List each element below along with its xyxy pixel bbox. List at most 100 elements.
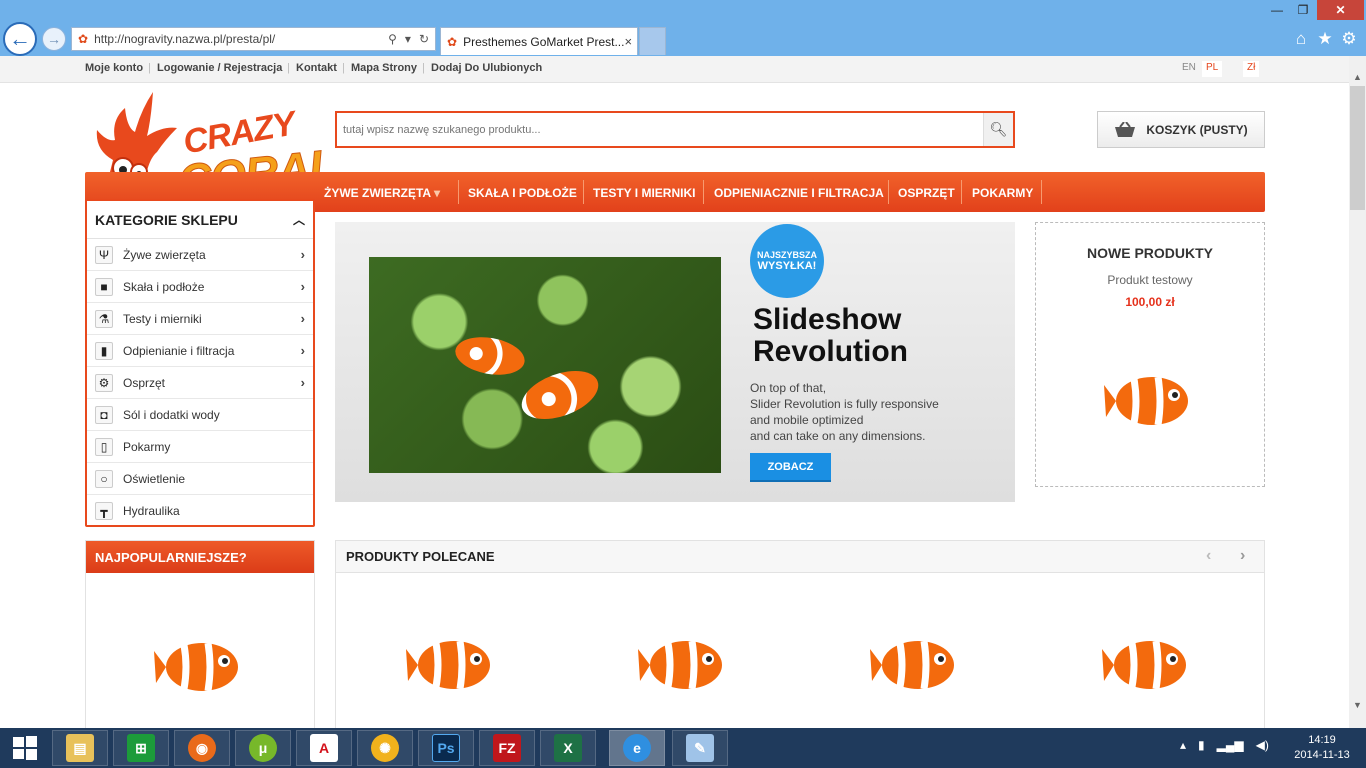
taskbar-excel[interactable]: X [540,730,596,766]
favorites-star-icon[interactable]: ★ [1314,28,1336,50]
category-item-live-animals[interactable]: Ψ Żywe zwierzęta › [87,239,313,271]
taskbar-store[interactable]: ⊞ [113,730,169,766]
category-menu-title: KATEGORIE SKLEPU [95,211,238,228]
taskbar-file-explorer[interactable]: ▤ [52,730,108,766]
chevron-right-icon: › [300,375,305,390]
start-button[interactable] [0,728,50,768]
menu-item-filtration[interactable]: ODPIENIACZNIE I FILTRACJA [714,186,884,200]
scrollbar-thumb[interactable] [1350,86,1365,210]
link-add-favorites[interactable]: Dodaj Do Ulubionych [431,62,542,74]
taskbar-acrobat[interactable]: A [296,730,352,766]
clownfish-product-image[interactable] [154,629,244,699]
network-signal-icon[interactable]: ▂▄▆ [1217,738,1244,752]
category-menu-header[interactable]: KATEGORIE SKLEPU ︿ [87,201,313,239]
menu-item-live-animals[interactable]: ŻYWE ZWIERZĘTA ▾ [324,186,440,200]
category-item-plumbing[interactable]: ┳ Hydraulika [87,495,313,527]
slide-title: Slideshow Revolution [753,303,908,368]
notes-icon: ✎ [686,734,714,762]
volume-icon[interactable]: ◀) [1256,738,1269,752]
dropdown-icon[interactable]: ▾ [405,32,411,46]
menu-item-tests[interactable]: TESTY I MIERNIKI [593,186,695,200]
slide-image-anemone [369,257,721,473]
slide-cta-button[interactable]: ZOBACZ [750,453,831,482]
menu-item-equipment[interactable]: OSPRZĘT [898,186,955,200]
popular-products-box: NAJPOPULARNIEJSZE? [85,540,315,728]
picasa-icon: ✺ [371,734,399,762]
clownfish-product-image[interactable] [870,627,960,697]
site-favicon-icon: ✿ [78,32,89,46]
pump-icon: ⚙ [95,373,113,392]
food-can-icon: ▯ [95,437,113,456]
taskbar-firefox[interactable]: ◉ [174,730,230,766]
rock-icon: ■ [95,277,113,296]
home-icon[interactable]: ⌂ [1290,28,1312,50]
product-name-link[interactable]: Produkt testowy [1036,273,1264,287]
minimize-button[interactable]: — [1264,0,1290,20]
link-separator: | [422,62,425,74]
lang-pl[interactable]: PL [1202,61,1223,77]
category-item-tests[interactable]: ⚗ Testy i mierniki › [87,303,313,335]
browser-tab[interactable]: ✿ Presthemes GoMarket Prest... × [440,27,638,55]
taskbar-filezilla[interactable]: FZ [479,730,535,766]
address-bar[interactable]: ✿ http://nogravity.nazwa.pl/presta/pl/ ⚲… [71,27,436,51]
carousel-prev-icon[interactable]: ‹ [1206,547,1211,565]
new-products-title: NOWE PRODUKTY [1087,245,1213,261]
scroll-down-arrow-icon[interactable]: ▼ [1349,696,1366,713]
menu-item-food[interactable]: POKARMY [972,186,1033,200]
category-item-filtration[interactable]: ▮ Odpienianie i filtracja › [87,335,313,367]
menu-item-rock-substrate[interactable]: SKAŁA I PODŁOŻE [468,186,577,200]
chevron-right-icon: › [300,311,305,326]
back-button[interactable]: ← [3,22,37,56]
menu-separator [583,180,584,204]
cart-button[interactable]: KOSZYK (PUSTY) [1097,111,1265,148]
category-item-lighting[interactable]: ○ Oświetlenie [87,463,313,495]
search-button[interactable]: 🔍︎ [983,113,1013,146]
menu-separator [703,180,704,204]
taskbar-clock[interactable]: 14:19 2014-11-13 [1282,733,1362,763]
caret-down-icon: ▾ [434,186,441,200]
scroll-up-arrow-icon[interactable]: ▲ [1349,68,1366,85]
new-products-box: NOWE PRODUKTY Produkt testowy 100,00 zł [1035,222,1265,487]
taskbar-internet-explorer[interactable]: e [609,730,665,766]
link-contact[interactable]: Kontakt [296,62,337,74]
photoshop-icon: Ps [432,734,460,762]
close-window-button[interactable]: ✕ [1317,0,1364,20]
clownfish-product-image[interactable] [406,627,496,697]
category-item-food[interactable]: ▯ Pokarmy [87,431,313,463]
search-input[interactable] [343,115,983,144]
currency-selector[interactable]: Zł [1243,61,1260,77]
carousel-next-icon[interactable]: › [1240,547,1245,565]
clownfish-product-image[interactable] [1104,363,1194,433]
battery-icon[interactable]: ▮ [1198,738,1205,752]
back-arrow-icon: ← [9,26,31,51]
basket-icon [1115,121,1136,137]
link-sitemap[interactable]: Mapa Strony [351,62,417,74]
excel-icon: X [554,734,582,762]
link-my-account[interactable]: Moje konto [85,62,143,74]
taskbar-notes[interactable]: ✎ [672,730,728,766]
category-item-rock[interactable]: ■ Skała i podłoże › [87,271,313,303]
refresh-icon[interactable]: ↻ [419,32,429,46]
link-separator: | [148,62,151,74]
popular-products-title: NAJPOPULARNIEJSZE? [86,541,314,573]
settings-gear-icon[interactable]: ⚙ [1338,28,1360,50]
clownfish-product-image[interactable] [1102,627,1192,697]
maximize-button[interactable]: ❐ [1290,0,1316,20]
forward-button[interactable]: → [42,27,66,51]
category-item-salt[interactable]: ◘ Sól i dodatki wody [87,399,313,431]
tab-close-icon[interactable]: × [624,34,632,49]
taskbar-picasa[interactable]: ✺ [357,730,413,766]
lang-en[interactable]: EN [1178,61,1200,77]
tray-expand-icon[interactable]: ▴ [1180,738,1186,752]
taskbar-photoshop[interactable]: Ps [418,730,474,766]
search-bar: 🔍︎ [335,111,1015,148]
search-icon[interactable]: ⚲ [388,32,397,46]
link-login-register[interactable]: Logowanie / Rejestracja [157,62,282,74]
clownfish-product-image[interactable] [638,627,728,697]
link-separator: | [287,62,290,74]
coral-icon: Ψ [95,245,113,264]
chevron-up-icon[interactable]: ︿ [293,211,305,228]
new-tab-button[interactable] [639,27,666,55]
taskbar-utorrent[interactable]: μ [235,730,291,766]
category-item-equipment[interactable]: ⚙ Osprzęt › [87,367,313,399]
